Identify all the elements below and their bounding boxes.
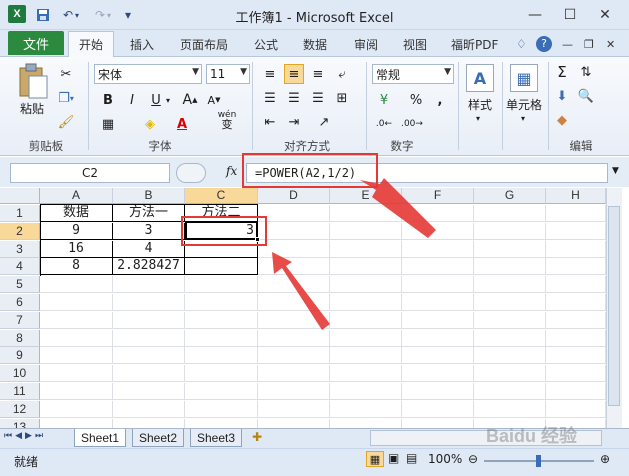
status-bar — [0, 448, 629, 476]
normal-view-icon[interactable]: ▦ — [366, 451, 384, 467]
status-ready: 就绪 — [14, 455, 39, 469]
annotation-arrows — [272, 178, 436, 330]
page-break-view-icon[interactable]: ▤ — [406, 451, 417, 465]
zoom-in-icon[interactable]: ⊕ — [600, 452, 610, 466]
zoom-out-icon[interactable]: ⊖ — [468, 452, 478, 466]
watermark: Baidu 经验 — [486, 426, 578, 446]
sheet-nav-arrows-icon[interactable]: ⏮◀▶⏭ — [4, 431, 46, 441]
tab-home[interactable]: 开始 — [68, 31, 114, 57]
zoom-level[interactable]: 100% — [428, 452, 462, 466]
sheet-tab-1[interactable]: Sheet1 — [74, 429, 127, 447]
insert-sheet-icon[interactable]: ✚ — [252, 430, 262, 444]
sheet-tab-2[interactable]: Sheet2 — [132, 429, 185, 447]
sheet-tab-3[interactable]: Sheet3 — [190, 429, 243, 447]
page-layout-view-icon[interactable]: ▣ — [388, 451, 399, 465]
zoom-slider-thumb[interactable] — [536, 455, 541, 467]
